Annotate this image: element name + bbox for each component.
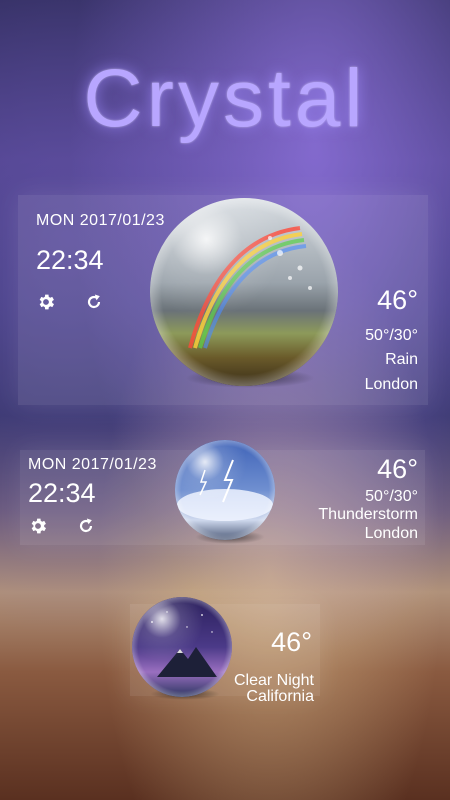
- large-widget-city: London: [364, 376, 418, 393]
- large-widget-range: 50°/30°: [365, 327, 418, 344]
- medium-widget-range: 50°/30°: [365, 488, 418, 505]
- rain-orb: [150, 198, 338, 386]
- large-widget-temperature: 46°: [377, 285, 418, 315]
- refresh-icon[interactable]: [84, 292, 104, 312]
- large-widget-condition: Rain: [385, 351, 418, 368]
- medium-widget-time[interactable]: 22:34: [28, 478, 96, 509]
- medium-widget-date: MON 2017/01/23: [28, 456, 157, 473]
- medium-widget-city: London: [364, 525, 418, 542]
- thunderstorm-orb: [175, 440, 275, 540]
- medium-widget-condition: Thunderstorm: [318, 506, 418, 523]
- gear-icon[interactable]: [28, 516, 48, 536]
- refresh-icon[interactable]: [76, 516, 96, 536]
- large-widget-time[interactable]: 22:34: [36, 245, 104, 276]
- small-widget-temperature: 46°: [271, 627, 312, 657]
- clear-night-orb: [132, 597, 232, 697]
- large-widget-date: MON 2017/01/23: [36, 212, 165, 229]
- small-widget-city: California: [246, 688, 314, 705]
- app-title: Crystal: [83, 53, 367, 144]
- gear-icon[interactable]: [36, 292, 56, 312]
- medium-widget-temperature: 46°: [377, 454, 418, 484]
